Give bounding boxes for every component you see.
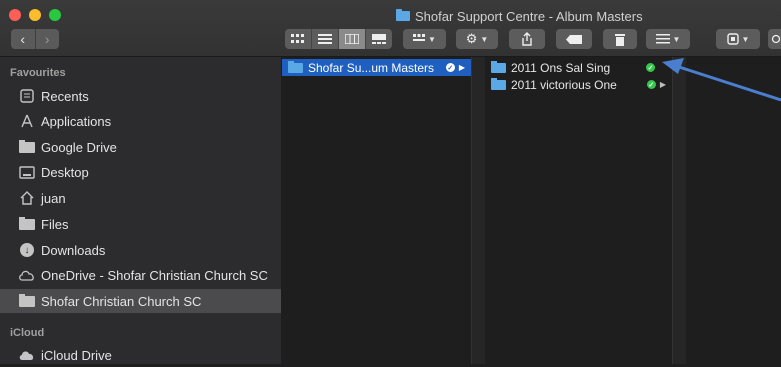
annotation-arrow-icon [662,58,781,102]
